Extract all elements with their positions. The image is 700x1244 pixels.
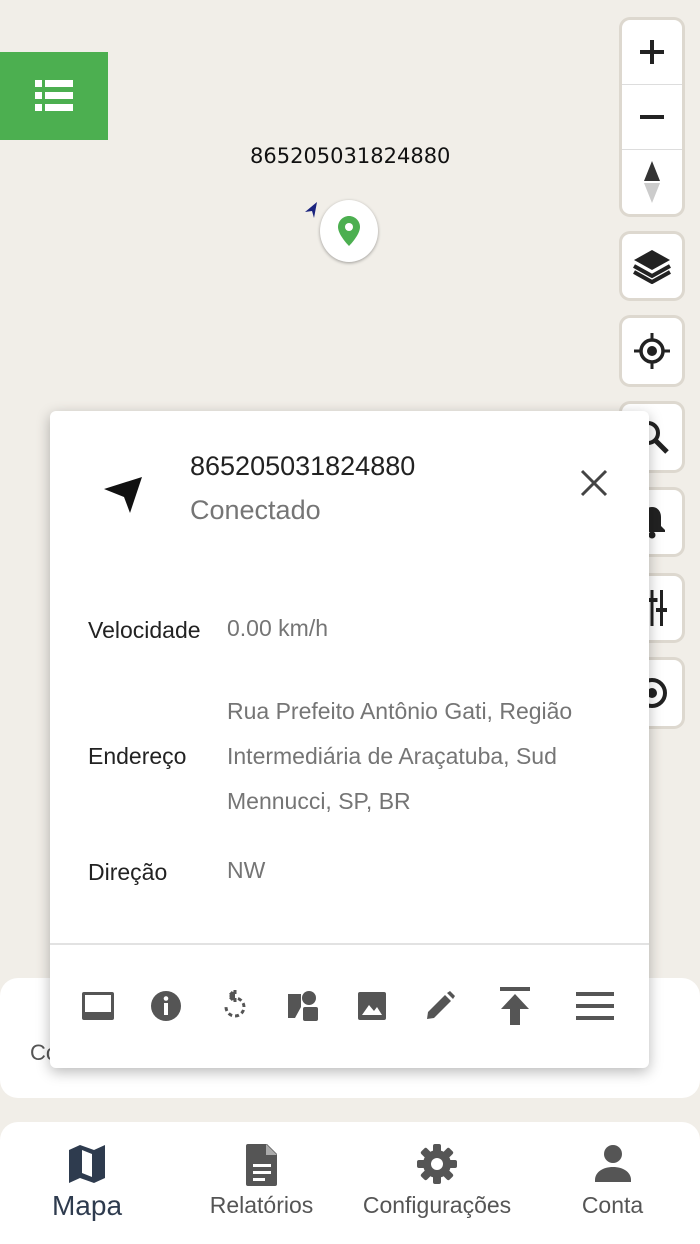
- panel-icon: [82, 992, 114, 1020]
- publish-button[interactable]: [490, 981, 540, 1031]
- nav-tab-map[interactable]: Mapa: [0, 1122, 174, 1244]
- layers-icon: [633, 250, 671, 284]
- address-label: Endereço: [88, 743, 187, 769]
- zoom-in-button[interactable]: [622, 20, 682, 85]
- crosshair-icon: [634, 333, 670, 369]
- geofence-icon: [288, 991, 318, 1021]
- compass-icon: [644, 161, 660, 203]
- device-status: Conectado: [190, 495, 321, 525]
- person-icon: [594, 1145, 631, 1182]
- nav-tab-reports[interactable]: Relatórios: [174, 1122, 349, 1244]
- map-pin-icon: [338, 216, 360, 246]
- replay-icon: [224, 990, 246, 1018]
- compass-button[interactable]: [622, 150, 682, 214]
- plus-icon: [640, 40, 664, 64]
- info-icon: [151, 991, 181, 1021]
- direction-label: Direção: [88, 859, 168, 885]
- document-icon: [245, 1144, 277, 1186]
- menu-icon: [576, 992, 614, 1020]
- nav-tab-reports-label: Relatórios: [209, 1192, 314, 1218]
- geofence-button[interactable]: [278, 981, 328, 1031]
- device-marker[interactable]: [320, 200, 378, 262]
- bottom-navigation: Mapa Relatórios Configurações Conta: [0, 1122, 700, 1244]
- image-button[interactable]: [347, 981, 397, 1031]
- info-button[interactable]: [141, 981, 191, 1031]
- map-icon: [69, 1145, 105, 1183]
- device-list-toggle-button[interactable]: [0, 52, 108, 140]
- publish-icon: [500, 987, 530, 1025]
- layers-button[interactable]: [622, 234, 682, 298]
- speed-value: 0.00 km/h: [227, 615, 328, 641]
- replay-route-button[interactable]: [210, 981, 260, 1031]
- list-icon: [35, 80, 73, 111]
- device-status-card: 865205031824880 Conectado Velocidade 0.0…: [50, 411, 649, 1068]
- nav-tab-account[interactable]: Conta: [525, 1122, 700, 1244]
- more-button[interactable]: [570, 981, 620, 1031]
- nav-tab-account-label: Conta: [581, 1192, 644, 1218]
- nav-tab-settings[interactable]: Configurações: [349, 1122, 525, 1244]
- locate-button[interactable]: [622, 318, 682, 384]
- image-icon: [358, 992, 386, 1020]
- direction-arrow-icon: [305, 202, 317, 218]
- speed-label: Velocidade: [88, 617, 201, 643]
- nav-tab-map-label: Mapa: [51, 1190, 123, 1221]
- map-device-label: 865205031824880: [250, 144, 451, 168]
- card-actions: [50, 981, 649, 1031]
- nav-tab-settings-label: Configurações: [362, 1192, 512, 1218]
- panel-button[interactable]: [73, 981, 123, 1031]
- navigation-arrow-icon: [104, 477, 142, 513]
- minus-icon: [640, 115, 664, 119]
- card-divider: [50, 943, 649, 945]
- direction-value: NW: [227, 857, 266, 883]
- zoom-out-button[interactable]: [622, 85, 682, 150]
- zoom-controls: [622, 20, 682, 214]
- gear-icon: [417, 1144, 457, 1184]
- address-value: Rua Prefeito Antônio Gati, Região Interm…: [227, 698, 573, 814]
- edit-button[interactable]: [415, 981, 465, 1031]
- edit-icon: [427, 991, 455, 1019]
- device-name: 865205031824880: [190, 451, 416, 481]
- close-icon[interactable]: [574, 463, 614, 503]
